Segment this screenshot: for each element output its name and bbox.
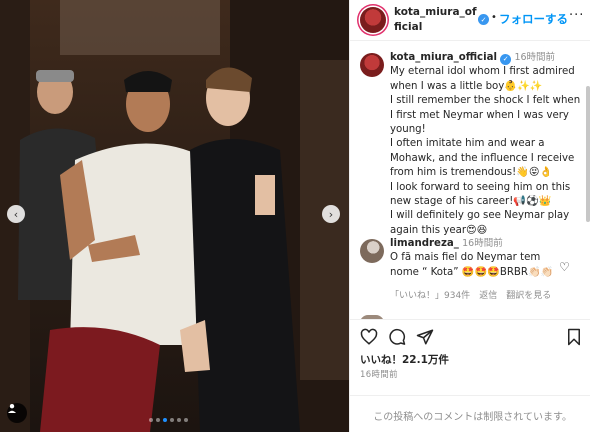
verified-badge-icon: ✓ xyxy=(478,14,489,25)
caption-line: I often imitate him and wear a Mohawk, a… xyxy=(390,138,575,179)
more-icon[interactable]: ··· xyxy=(569,8,584,23)
bookmark-icon[interactable] xyxy=(565,328,583,346)
verified-badge-icon: ✓ xyxy=(500,53,512,65)
comment-text: O fã mais fiel do Neymar tem nome “ Kota… xyxy=(390,252,554,278)
comment-likes-count[interactable]: 「いいね！」934件 xyxy=(390,288,470,301)
comment: limandreza_ 16時間前 O fã mais fiel do Neym… xyxy=(390,237,570,280)
separator-dot: • xyxy=(491,12,497,23)
carousel-indicator xyxy=(149,418,188,422)
carousel-dot xyxy=(170,418,174,422)
comments-panel[interactable]: kota_miura_official ✓ 16時間前 My eternal id… xyxy=(350,41,590,319)
posted-time[interactable]: 16時間前 xyxy=(360,368,398,380)
chevron-left-icon: ‹ xyxy=(13,207,19,221)
photo-illustration xyxy=(0,0,349,432)
carousel-dot xyxy=(177,418,181,422)
chevron-right-icon: › xyxy=(328,207,334,221)
caption-username[interactable]: kota_miura_official xyxy=(390,52,497,63)
comments-disabled-notice: この投稿へのコメントは制限されています。 xyxy=(350,395,590,432)
translate-button[interactable]: 翻訳を見る xyxy=(506,288,551,301)
comment-icon[interactable] xyxy=(388,328,406,346)
next-photo-button[interactable]: › xyxy=(322,205,340,223)
comment-time: 16時間前 xyxy=(462,238,503,249)
caption-line: I still remember the shock I felt when I… xyxy=(390,95,581,136)
caption-avatar[interactable] xyxy=(360,53,384,77)
user-icon xyxy=(8,404,16,413)
caption-time: 16時間前 xyxy=(514,52,556,63)
scrollbar[interactable] xyxy=(586,86,590,222)
post-photo[interactable]: ‹ › xyxy=(0,0,349,432)
caption-line: My eternal idol whom I first admired whe… xyxy=(390,66,575,92)
post-header: kota_miura_official ✓ • フォローする ··· xyxy=(350,0,590,41)
tagged-users-button[interactable] xyxy=(7,403,27,423)
carousel-dot xyxy=(149,418,153,422)
comment-meta: 「いいね！」934件 返信 翻訳を見る xyxy=(390,288,551,301)
caption-line: I look forward to seeing him on this new… xyxy=(390,181,571,208)
share-icon[interactable] xyxy=(416,328,434,346)
like-heart-icon[interactable] xyxy=(360,328,378,346)
reply-button[interactable]: 返信 xyxy=(479,288,497,301)
commenter-avatar[interactable] xyxy=(360,239,384,263)
carousel-dot xyxy=(156,418,160,422)
carousel-dot-active xyxy=(163,418,167,422)
action-bar xyxy=(350,319,590,349)
comment-username[interactable]: limandreza_ xyxy=(390,238,459,249)
author-username[interactable]: kota_miura_official xyxy=(394,5,478,35)
caption-line: I will definitely go see Neymar play aga… xyxy=(390,210,570,236)
post-caption: kota_miura_official ✓ 16時間前 My eternal id… xyxy=(390,51,582,238)
follow-button[interactable]: フォローする xyxy=(499,11,568,27)
comment-like-heart-icon[interactable]: ♡ xyxy=(559,260,570,274)
carousel-dot xyxy=(184,418,188,422)
likes-count[interactable]: いいね！22.1万件 xyxy=(360,352,449,367)
author-avatar[interactable] xyxy=(360,7,386,33)
post-sidebar: kota_miura_official ✓ • フォローする ··· kota_… xyxy=(349,0,590,432)
previous-photo-button[interactable]: ‹ xyxy=(7,205,25,223)
